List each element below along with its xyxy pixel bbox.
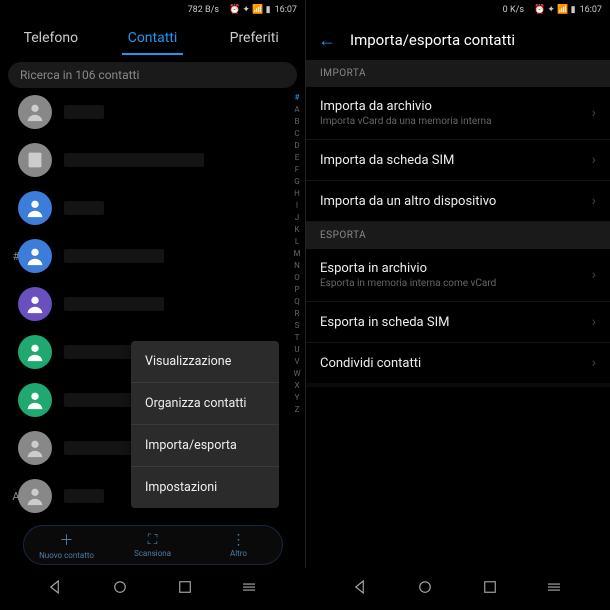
chevron-right-icon: ›: [592, 267, 596, 283]
alpha-Z[interactable]: Z: [291, 404, 303, 415]
menu-view[interactable]: Visualizzazione: [131, 341, 279, 383]
search-input[interactable]: Ricerca in 106 contatti: [8, 62, 297, 88]
menu-import-export[interactable]: Importa/esporta: [131, 425, 279, 467]
clock: 16:07: [580, 5, 602, 15]
tab-header: Telefono Contatti Preferiti: [0, 20, 305, 56]
more-button[interactable]: ⋮Altro: [196, 532, 282, 558]
nav-home[interactable]: [111, 578, 129, 600]
import-device[interactable]: Importa da un altro dispositivo ›: [306, 181, 610, 222]
alpha-#[interactable]: #: [291, 92, 303, 103]
new-contact-button[interactable]: ＋Nuovo contatto: [24, 530, 110, 560]
net-speed: 0 K/s: [503, 5, 524, 15]
import-archive[interactable]: Importa da archivio Importa vCard da una…: [306, 87, 610, 140]
status-bar: 0 K/s ⏰ ✦ 📶 ▮ 16:07: [306, 0, 610, 20]
alpha-X[interactable]: X: [291, 380, 303, 391]
chevron-right-icon: ›: [592, 314, 596, 330]
menu-settings[interactable]: Impostazioni: [131, 467, 279, 508]
status-bar: 782 B/s ⏰ ✦ 📶 ▮ 16:07: [0, 0, 305, 20]
share-contacts[interactable]: Condividi contatti ›: [306, 343, 610, 387]
alpha-P[interactable]: P: [291, 284, 303, 295]
alpha-C[interactable]: C: [291, 128, 303, 139]
scan-button[interactable]: ⛶Scansiona: [110, 532, 196, 558]
export-archive[interactable]: Esporta in archivio Esporta in memoria i…: [306, 249, 610, 302]
nav-recent[interactable]: [176, 578, 194, 600]
chevron-right-icon: ›: [592, 152, 596, 168]
clock: 16:07: [275, 5, 297, 15]
alpha-F[interactable]: F: [291, 164, 303, 175]
alpha-I[interactable]: I: [291, 200, 303, 211]
chevron-right-icon: ›: [592, 355, 596, 371]
menu-organize[interactable]: Organizza contatti: [131, 383, 279, 425]
alpha-R[interactable]: R: [291, 308, 303, 319]
plus-icon: ＋: [60, 530, 74, 550]
alpha-Q[interactable]: Q: [291, 296, 303, 307]
android-navbar: [0, 568, 610, 610]
more-icon: ⋮: [232, 532, 246, 548]
alpha-W[interactable]: W: [291, 368, 303, 379]
alpha-N[interactable]: N: [291, 260, 303, 271]
chevron-right-icon: ›: [592, 105, 596, 121]
tab-phone[interactable]: Telefono: [0, 22, 102, 54]
alpha-O[interactable]: O: [291, 272, 303, 283]
tab-contacts[interactable]: Contatti: [102, 22, 204, 54]
nav-back[interactable]: [47, 578, 65, 600]
nav-home[interactable]: [416, 578, 434, 600]
nav-recent[interactable]: [481, 578, 499, 600]
alpha-H[interactable]: H: [291, 188, 303, 199]
alpha-M[interactable]: M: [291, 248, 303, 259]
overflow-menu: Visualizzazione Organizza contatti Impor…: [131, 341, 279, 508]
chevron-right-icon: ›: [592, 193, 596, 209]
import-export-screen: 0 K/s ⏰ ✦ 📶 ▮ 16:07 ← Importa/esporta co…: [305, 0, 610, 568]
page-title: Importa/esporta contatti: [350, 31, 515, 49]
section-import: IMPORTA: [306, 60, 610, 87]
import-sim[interactable]: Importa da scheda SIM ›: [306, 140, 610, 181]
contacts-screen: 782 B/s ⏰ ✦ 📶 ▮ 16:07 Telefono Contatti …: [0, 0, 305, 568]
nav-extra[interactable]: [545, 578, 563, 600]
status-icons: ⏰ ✦ 📶 ▮: [534, 5, 576, 15]
alpha-index[interactable]: #ABCDEFGHIJKLMNOPQRSTUVWXYZ: [291, 92, 303, 516]
alpha-B[interactable]: B: [291, 116, 303, 127]
back-arrow-icon[interactable]: ←: [318, 30, 336, 51]
status-icons: ⏰ ✦ 📶 ▮: [229, 5, 271, 15]
section-export: ESPORTA: [306, 222, 610, 249]
scan-icon: ⛶: [148, 532, 158, 548]
nav-extra[interactable]: [240, 578, 258, 600]
alpha-V[interactable]: V: [291, 356, 303, 367]
tab-favorites[interactable]: Preferiti: [203, 22, 305, 54]
alpha-Y[interactable]: Y: [291, 392, 303, 403]
alpha-U[interactable]: U: [291, 344, 303, 355]
alpha-D[interactable]: D: [291, 140, 303, 151]
nav-back[interactable]: [352, 578, 370, 600]
net-speed: 782 B/s: [188, 5, 219, 15]
alpha-T[interactable]: T: [291, 332, 303, 343]
alpha-L[interactable]: L: [291, 236, 303, 247]
alpha-E[interactable]: E: [291, 152, 303, 163]
alpha-G[interactable]: G: [291, 176, 303, 187]
alpha-S[interactable]: S: [291, 320, 303, 331]
bottom-toolbar: ＋Nuovo contatto ⛶Scansiona ⋮Altro: [0, 522, 305, 568]
alpha-K[interactable]: K: [291, 224, 303, 235]
export-sim[interactable]: Esporta in scheda SIM ›: [306, 302, 610, 343]
alpha-A[interactable]: A: [291, 104, 303, 115]
header: ← Importa/esporta contatti: [306, 20, 610, 60]
alpha-J[interactable]: J: [291, 212, 303, 223]
